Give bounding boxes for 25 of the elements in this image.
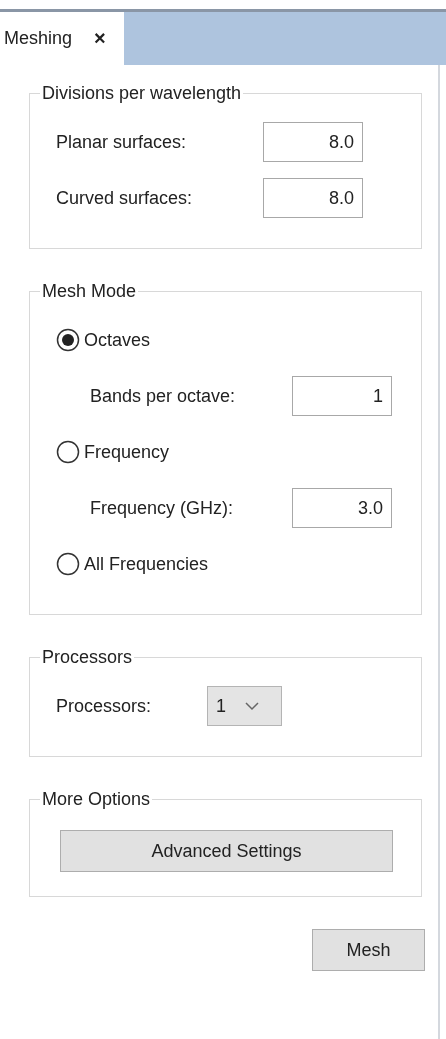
input-field[interactable]: 8.0 — [263, 122, 363, 162]
advanced-settings-button[interactable]: Advanced Settings — [60, 830, 393, 872]
input-field[interactable]: 1 — [292, 376, 392, 416]
field-label: Planar surfaces: — [56, 131, 188, 153]
group-title: Divisions per wavelength — [41, 83, 243, 104]
group-title: Mesh Mode — [41, 281, 138, 302]
radio-button[interactable] — [56, 328, 80, 352]
radio-option[interactable]: Octaves — [56, 328, 151, 352]
radio-option[interactable]: All Frequencies — [56, 552, 209, 576]
input-field[interactable]: 8.0 — [263, 178, 363, 218]
tab[interactable]: Meshing × — [0, 12, 124, 65]
processors-dropdown[interactable]: 1 — [207, 686, 282, 726]
group-title: More Options — [41, 789, 152, 810]
mesh-button[interactable]: Mesh — [312, 929, 425, 971]
close-button[interactable]: × — [94, 27, 106, 50]
group-title: Processors — [41, 647, 134, 668]
field-label: Curved surfaces: — [56, 187, 194, 209]
radio-button[interactable] — [56, 440, 80, 464]
radio-button[interactable] — [56, 552, 80, 576]
chevron-icon — [244, 701, 260, 711]
field-label: Processors: — [56, 695, 153, 717]
field-label: Frequency (GHz): — [90, 497, 235, 519]
field-label: Bands per octave: — [90, 385, 237, 407]
input-field[interactable]: 3.0 — [292, 488, 392, 528]
radio-option[interactable]: Frequency — [56, 440, 170, 464]
